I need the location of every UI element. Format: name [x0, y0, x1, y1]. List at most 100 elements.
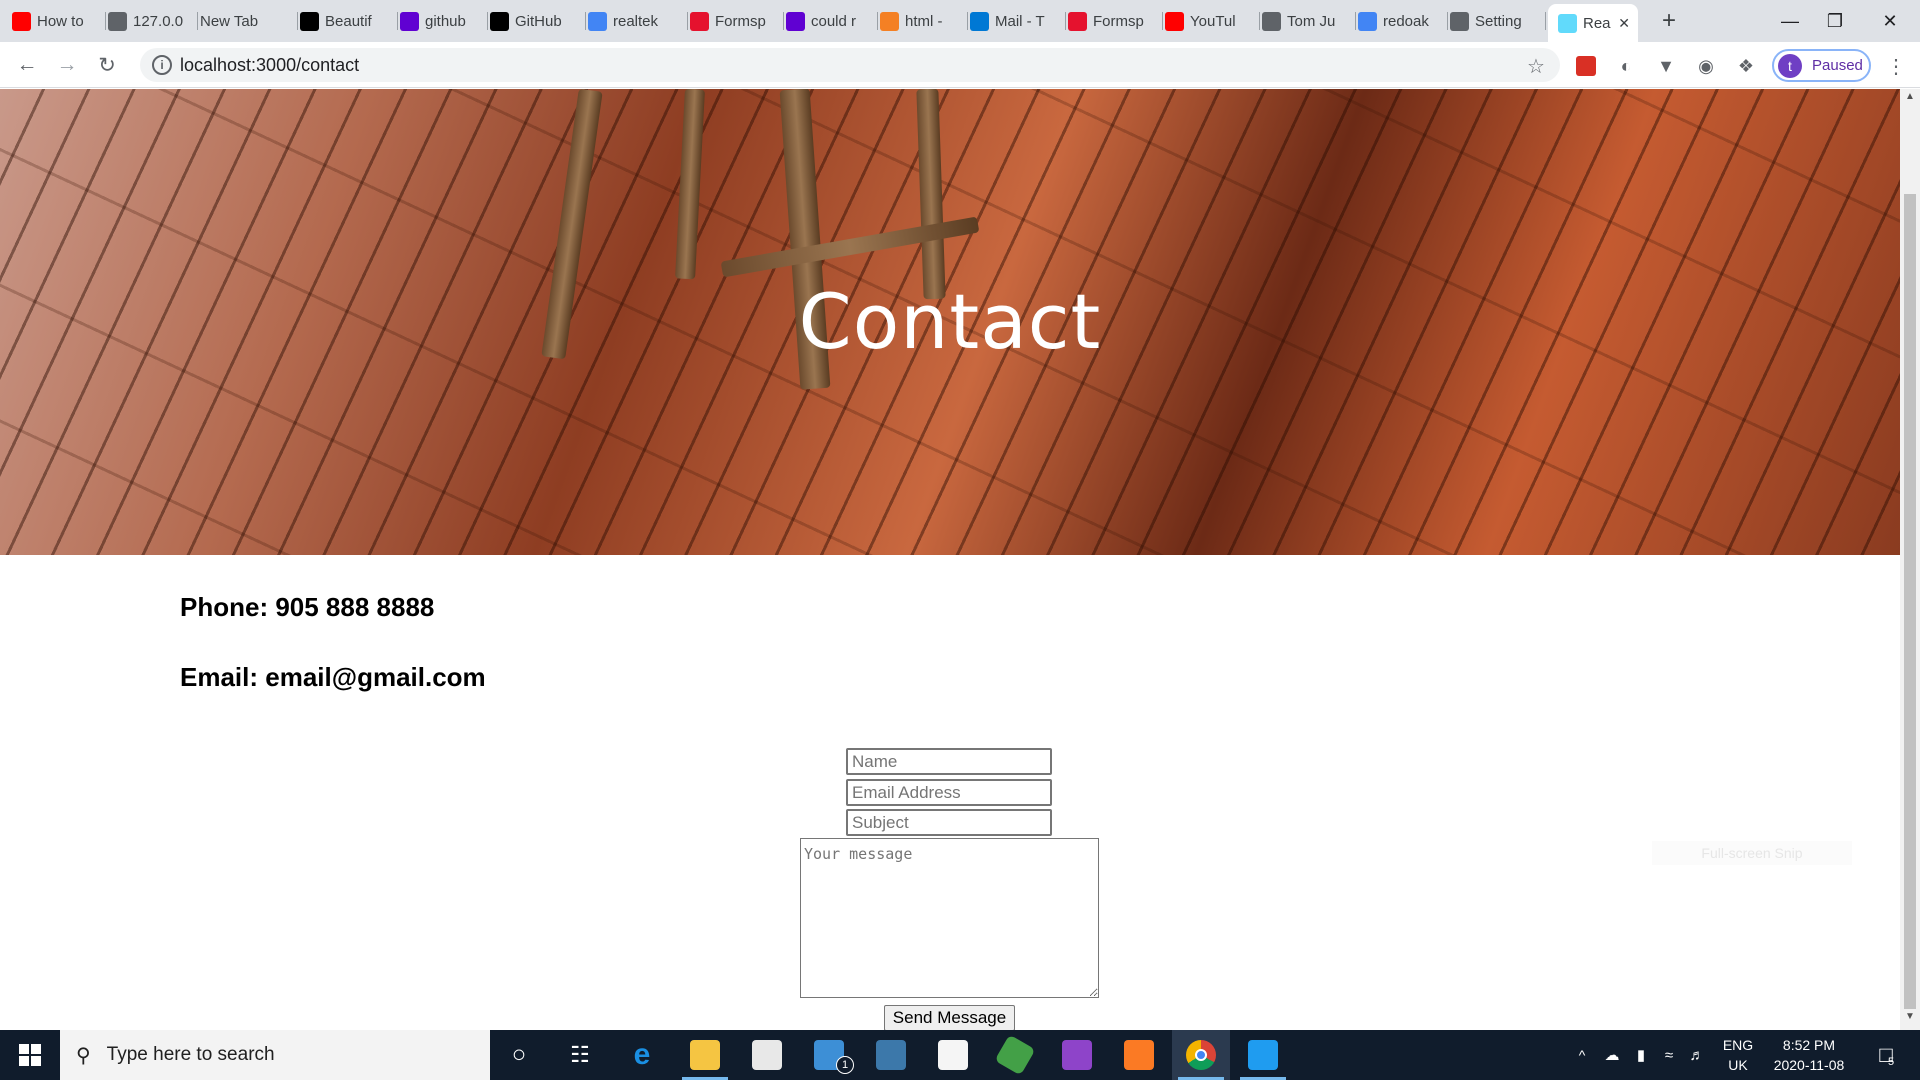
scroll-up-icon[interactable]: ▲	[1900, 91, 1920, 107]
browser-tab[interactable]: 127.0.0	[108, 6, 198, 36]
start-button[interactable]	[0, 1030, 60, 1080]
profile-button[interactable]: t Paused	[1772, 49, 1871, 82]
python-icon[interactable]	[862, 1030, 920, 1080]
tab-label: New Tab	[200, 12, 259, 30]
notification-center-icon[interactable]: □ 5	[1866, 1030, 1906, 1080]
chrome-icon[interactable]	[1172, 1030, 1230, 1080]
yahoo-icon	[400, 11, 419, 31]
tab-divider	[1447, 12, 1448, 30]
visual-studio-icon[interactable]	[1048, 1030, 1106, 1080]
browser-tab[interactable]: YouTul	[1165, 6, 1260, 36]
task-view-icon[interactable]: ☷	[551, 1030, 609, 1080]
forward-icon[interactable]: →	[52, 50, 82, 80]
github-icon	[490, 11, 509, 31]
file-explorer-icon[interactable]	[676, 1030, 734, 1080]
tray-expand-icon[interactable]: ^	[1570, 1030, 1594, 1080]
browser-tab[interactable]: Formsp	[1068, 6, 1163, 36]
tab-label: Formsp	[715, 12, 766, 30]
browser-tab[interactable]: Mail - T	[970, 6, 1066, 36]
back-icon[interactable]: ←	[12, 50, 42, 80]
extension-icon[interactable]: ◉	[1694, 54, 1718, 78]
scrollbar-thumb[interactable]	[1904, 194, 1916, 1009]
store-icon[interactable]	[738, 1030, 796, 1080]
browser-tab[interactable]: How to	[12, 6, 106, 36]
youtube-icon	[12, 11, 31, 31]
tab-label: Tom Ju	[1287, 12, 1336, 30]
address-bar[interactable]: i localhost:3000/contact	[140, 48, 1560, 82]
menu-icon[interactable]: ⋮	[1884, 54, 1908, 78]
unsplash-icon	[300, 11, 319, 31]
globe-icon	[1450, 11, 1469, 31]
scrollbar[interactable]: ▲ ▼	[1900, 89, 1920, 1030]
tab-divider	[1065, 12, 1066, 30]
bookmark-star-icon[interactable]: ☆	[1524, 54, 1548, 78]
scroll-down-icon[interactable]: ▼	[1900, 1011, 1920, 1027]
wifi-icon[interactable]: ≈	[1656, 1030, 1682, 1080]
browser-tab[interactable]: Setting	[1450, 6, 1546, 36]
google-icon	[1358, 11, 1377, 31]
xampp-icon[interactable]	[1110, 1030, 1168, 1080]
clock[interactable]: 8:52 PM 2020-11-08	[1764, 1030, 1854, 1080]
tab-label: How to	[37, 12, 84, 30]
browser-tab[interactable]: could r	[786, 6, 878, 36]
tab-divider	[1355, 12, 1356, 30]
nodejs-icon[interactable]	[986, 1030, 1044, 1080]
mail-icon[interactable]: 1	[800, 1030, 858, 1080]
browser-tab[interactable]: Formsp	[690, 6, 784, 36]
name-input[interactable]	[846, 748, 1052, 775]
formspree-icon	[690, 11, 709, 31]
taskbar-search[interactable]: ⚲ Type here to search	[60, 1030, 490, 1080]
tab-label: Rea	[1583, 14, 1611, 32]
tab-label: GitHub	[515, 12, 562, 30]
edge-icon[interactable]: e	[613, 1030, 671, 1080]
email-input[interactable]	[846, 779, 1052, 806]
reload-icon[interactable]: ↻	[92, 50, 122, 80]
google-icon	[588, 11, 607, 31]
cortana-icon[interactable]: ○	[490, 1030, 548, 1080]
browser-tab[interactable]: Tom Ju	[1262, 6, 1356, 36]
puzzle-icon[interactable]: ❖	[1734, 54, 1758, 78]
browser-tab[interactable]: realtek	[588, 6, 688, 36]
restore-icon[interactable]: ❐	[1810, 6, 1860, 36]
onedrive-icon[interactable]: ☁	[1598, 1030, 1626, 1080]
minimize-icon[interactable]: —	[1765, 6, 1815, 36]
subject-input[interactable]	[846, 809, 1052, 836]
address-url: localhost:3000/contact	[180, 54, 360, 75]
avatar: t	[1778, 53, 1802, 78]
globe-icon	[1262, 11, 1281, 31]
tab-divider	[105, 12, 106, 30]
battery-icon[interactable]: ▮	[1628, 1030, 1654, 1080]
language-indicator[interactable]: ENG UK	[1716, 1030, 1760, 1080]
browser-tab[interactable]: Beautif	[300, 6, 398, 36]
hero-banner: Contact	[0, 89, 1900, 555]
tab-divider	[1162, 12, 1163, 30]
send-message-button[interactable]: Send Message	[884, 1005, 1015, 1030]
browser-tab[interactable]: GitHub	[490, 6, 586, 36]
extension-icon[interactable]: ▼	[1654, 54, 1678, 78]
email-text: Email: email@gmail.com	[180, 662, 486, 692]
clock-date: 2020-11-08	[1773, 1057, 1845, 1073]
close-window-icon[interactable]: ✕	[1865, 6, 1915, 36]
new-tab-icon[interactable]: +	[1654, 6, 1684, 36]
site-info-icon[interactable]: i	[152, 55, 172, 75]
snip-overlay: Full-screen Snip	[1652, 841, 1852, 865]
browser-tab[interactable]: redoak	[1358, 6, 1448, 36]
browser-tab[interactable]: New Tab	[200, 6, 298, 36]
close-tab-icon[interactable]: ✕	[1618, 15, 1630, 32]
browser-tab[interactable]: github	[400, 6, 488, 36]
browser-tab-strip: How to 127.0.0 New Tab Beautif github GitHub r…	[0, 0, 1920, 42]
python-file-icon[interactable]	[924, 1030, 982, 1080]
message-textarea[interactable]	[800, 838, 1099, 998]
browser-tab[interactable]: Rea ✕	[1548, 4, 1638, 42]
stackoverflow-icon	[880, 11, 899, 31]
extension-icon[interactable]: ◐	[1614, 54, 1638, 78]
phone-text: Phone: 905 888 8888	[180, 592, 435, 622]
notification-count: 5	[1888, 1056, 1895, 1068]
volume-icon[interactable]: ♬	[1684, 1030, 1710, 1080]
extension-icon[interactable]	[1574, 54, 1598, 78]
tab-divider	[967, 12, 968, 30]
chair-leg	[916, 89, 946, 300]
browser-tab[interactable]: html -	[880, 6, 968, 36]
tab-label: realtek	[613, 12, 659, 30]
vscode-icon[interactable]	[1234, 1030, 1292, 1080]
